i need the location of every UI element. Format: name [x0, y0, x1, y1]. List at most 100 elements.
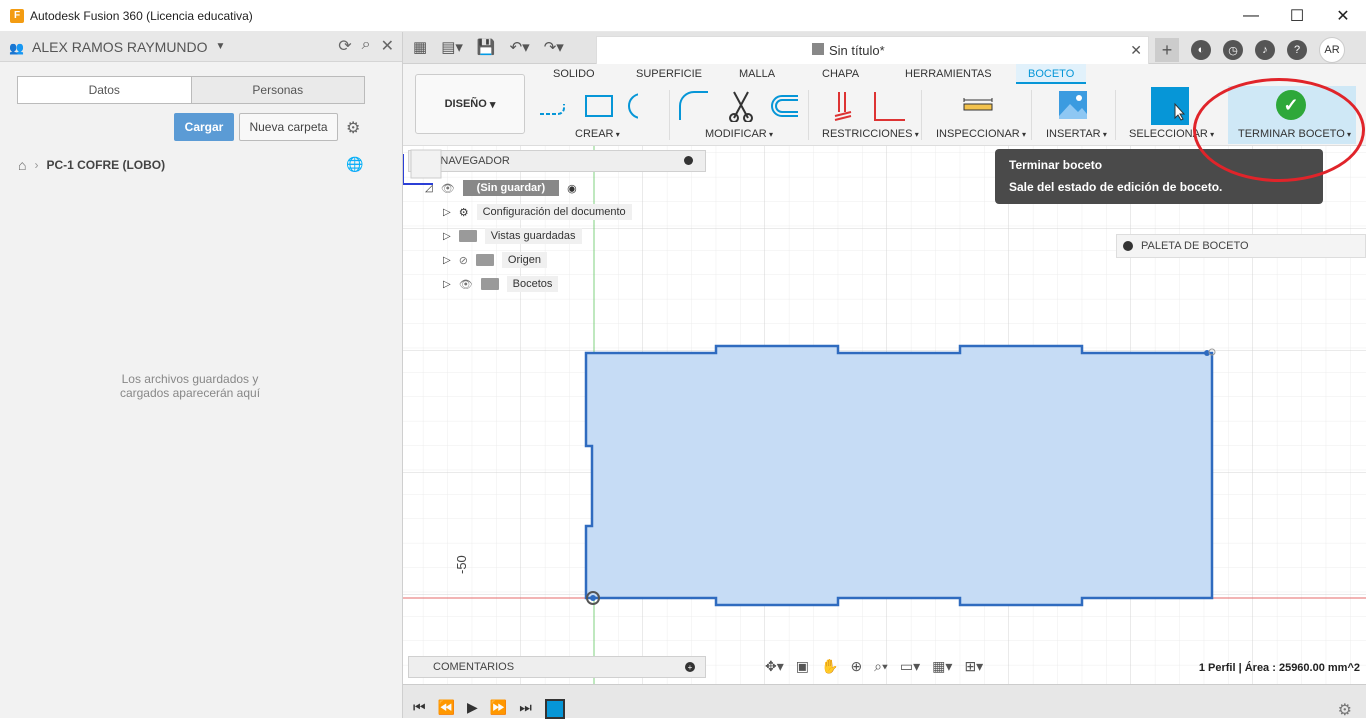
- gear-icon[interactable]: ⚙: [1338, 700, 1352, 720]
- expand-triangle-icon[interactable]: ▷: [443, 255, 451, 266]
- group-modificar[interactable]: MODIFICAR: [705, 128, 773, 140]
- viewcube-icon[interactable]: X: [403, 146, 443, 186]
- grid-menu-icon[interactable]: ▦: [413, 38, 427, 56]
- navigator-panel[interactable]: ◀◀ NAVEGADOR: [408, 150, 706, 172]
- zoom-icon[interactable]: ⊕: [850, 658, 862, 675]
- project-name[interactable]: PC-1 COFRE (LOBO): [46, 158, 165, 172]
- tab-chapa[interactable]: CHAPA: [822, 68, 859, 80]
- clock-icon[interactable]: ◷: [1223, 40, 1243, 60]
- chevron-down-icon[interactable]: ▼: [216, 41, 226, 52]
- sketch-palette[interactable]: PALETA DE BOCETO: [1116, 234, 1366, 258]
- tree-item[interactable]: ▷ 👁 Bocetos: [443, 274, 559, 294]
- tab-datos[interactable]: Datos: [18, 77, 191, 103]
- insert-image-icon[interactable]: [1058, 90, 1088, 120]
- extensions-icon[interactable]: ◐: [1191, 40, 1211, 60]
- group-restricciones[interactable]: RESTRICCIONES: [822, 128, 919, 140]
- cube-icon: [812, 43, 824, 55]
- expand-triangle-icon[interactable]: ▷: [443, 231, 451, 242]
- app-bar-right: + ◐ ◷ ♪ ? AR: [1155, 37, 1345, 63]
- modify-tools-icons[interactable]: [678, 90, 798, 122]
- group-inspeccionar[interactable]: INSPECCIONAR: [936, 128, 1026, 140]
- sketch-feature-icon[interactable]: [545, 699, 565, 719]
- radio-icon[interactable]: ◉: [567, 182, 577, 195]
- create-tools-icons[interactable]: [538, 92, 638, 122]
- close-icon[interactable]: ✕: [1320, 0, 1366, 32]
- file-icon[interactable]: ▤▾: [441, 38, 463, 56]
- eye-icon[interactable]: 👁: [459, 278, 473, 291]
- close-tab-icon[interactable]: ✕: [1130, 42, 1142, 59]
- tree-item-label[interactable]: Configuración del documento: [476, 204, 632, 220]
- quick-access-toolbar: ▦ ▤▾ 💾 ↶▾ ↷▾: [413, 38, 564, 56]
- avatar[interactable]: AR: [1319, 37, 1345, 63]
- redo-icon[interactable]: ↷▾: [544, 38, 564, 56]
- comments-panel[interactable]: COMENTARIOS +: [408, 656, 706, 678]
- tooltip-description: Sale del estado de edición de boceto.: [1009, 180, 1223, 194]
- upload-button[interactable]: Cargar: [174, 113, 234, 141]
- user-name[interactable]: ALEX RAMOS RAYMUNDO: [32, 39, 208, 55]
- folder-icon: [475, 254, 494, 266]
- close-panel-icon[interactable]: ✕: [381, 36, 394, 56]
- new-tab-icon[interactable]: +: [1155, 38, 1179, 62]
- first-icon[interactable]: ⏮: [413, 699, 426, 716]
- maximize-icon[interactable]: ☐: [1274, 0, 1320, 32]
- zoom-window-icon[interactable]: ⌕▾: [874, 658, 888, 675]
- plus-icon[interactable]: [1123, 241, 1133, 251]
- grid-settings-icon[interactable]: ▦▾: [932, 658, 952, 675]
- expand-triangle-icon[interactable]: ▷: [443, 207, 451, 218]
- viewports-icon[interactable]: ⊞▾: [964, 658, 983, 675]
- orbit-icon[interactable]: ✥▾: [765, 658, 784, 675]
- document-tab[interactable]: Sin título* ✕: [596, 36, 1149, 64]
- new-folder-button[interactable]: Nueva carpeta: [239, 113, 338, 141]
- minus-icon[interactable]: [684, 156, 693, 165]
- undo-icon[interactable]: ↶▾: [510, 38, 530, 56]
- globe-icon[interactable]: 🌐: [346, 156, 363, 173]
- tree-item-label[interactable]: Bocetos: [506, 276, 559, 292]
- play-icon[interactable]: ▶: [467, 699, 478, 716]
- gear-icon: ⚙: [458, 206, 469, 219]
- select-icon[interactable]: [1150, 86, 1190, 126]
- tab-boceto[interactable]: BOCETO: [1016, 64, 1087, 84]
- previous-icon[interactable]: ⏪: [438, 699, 455, 716]
- minimize-icon[interactable]: —: [1228, 0, 1274, 32]
- sketch-canvas[interactable]: ◀◀ NAVEGADOR ◿ 👁 (Sin guardar) ◉ ▷ ⚙ Con…: [403, 146, 1366, 684]
- last-icon[interactable]: ⏭: [519, 699, 532, 716]
- ruler-icon[interactable]: [963, 96, 993, 116]
- tab-herramientas[interactable]: HERRAMIENTAS: [905, 68, 992, 80]
- expand-triangle-icon[interactable]: ▷: [443, 279, 451, 290]
- tab-solido[interactable]: SOLIDO: [553, 68, 595, 80]
- display-settings-icon[interactable]: ▭▾: [900, 658, 920, 675]
- notifications-icon[interactable]: ♪: [1255, 40, 1275, 60]
- search-icon[interactable]: ⌕: [362, 36, 371, 56]
- look-at-icon[interactable]: ▣: [796, 658, 809, 675]
- home-icon[interactable]: ⌂: [18, 157, 26, 173]
- pan-icon[interactable]: ✋: [821, 658, 838, 675]
- chevron-right-icon: ›: [34, 158, 39, 172]
- refresh-icon[interactable]: ⟳: [338, 36, 351, 56]
- ribbon-separator: [1031, 90, 1032, 140]
- save-icon[interactable]: 💾: [477, 38, 496, 56]
- tree-root[interactable]: ◿ 👁 (Sin guardar) ◉: [425, 178, 577, 198]
- ribbon-separator: [669, 90, 670, 140]
- gear-icon[interactable]: ⚙: [346, 118, 360, 138]
- root-label[interactable]: (Sin guardar): [462, 180, 560, 196]
- workspace-switcher[interactable]: DISEÑO ▾: [415, 74, 525, 134]
- tab-superficie[interactable]: SUPERFICIE: [636, 68, 702, 80]
- next-icon[interactable]: ⏩: [490, 699, 507, 716]
- eye-hidden-icon[interactable]: ⊘: [459, 254, 468, 267]
- plus-icon[interactable]: +: [685, 662, 695, 672]
- tab-personas[interactable]: Personas: [190, 77, 364, 103]
- group-insertar[interactable]: INSERTAR: [1046, 128, 1107, 140]
- tab-malla[interactable]: MALLA: [739, 68, 775, 80]
- tree-item[interactable]: ▷ ⚙ Configuración del documento: [443, 202, 632, 222]
- tree-item[interactable]: ▷ ⊘ Origen: [443, 250, 547, 270]
- tree-item-label[interactable]: Origen: [501, 252, 547, 268]
- ribbon-separator: [1115, 90, 1116, 140]
- data-panel: 👥 ALEX RAMOS RAYMUNDO ▼ ⟳ ⌕ ✕ Datos Pers…: [0, 32, 403, 718]
- tree-item[interactable]: ▷ Vistas guardadas: [443, 226, 582, 246]
- help-icon[interactable]: ?: [1287, 40, 1307, 60]
- empty-state-line: cargados aparecerán aquí: [119, 386, 261, 400]
- constraints-icons[interactable]: [833, 90, 913, 122]
- document-title: Sin título*: [829, 43, 885, 58]
- group-crear[interactable]: CREAR: [575, 128, 620, 140]
- tree-item-label[interactable]: Vistas guardadas: [484, 228, 582, 244]
